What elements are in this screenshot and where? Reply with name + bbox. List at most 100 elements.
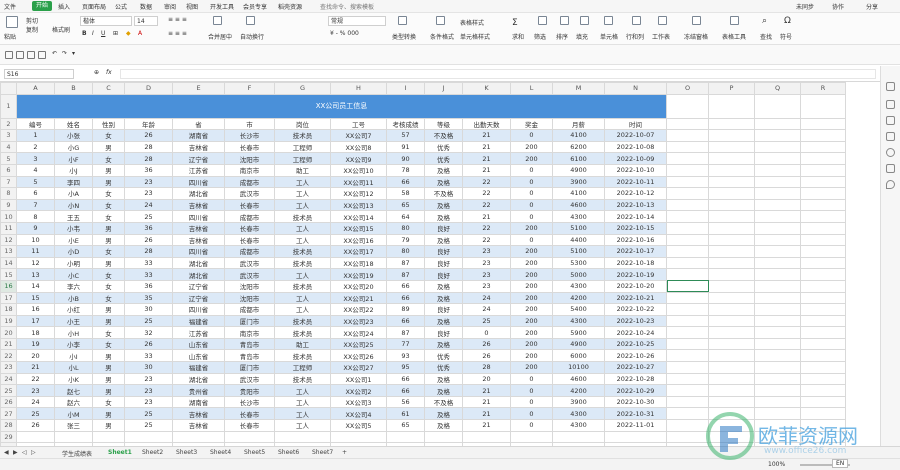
wrap-button[interactable]: 自动换行 (240, 32, 264, 41)
table-cell[interactable]: 33 (124, 349, 173, 363)
table-cell[interactable]: 21 (462, 129, 511, 142)
column-header[interactable]: B (54, 82, 93, 95)
table-cell[interactable]: 23 (462, 245, 511, 258)
table-cell[interactable]: 工程师 (274, 361, 331, 374)
table-cell[interactable]: 福建省 (172, 314, 225, 328)
table-cell[interactable]: 200 (510, 279, 553, 293)
table-cell[interactable]: 王五 (54, 210, 93, 223)
table-cell[interactable]: 200 (510, 152, 553, 165)
cell[interactable] (708, 303, 755, 316)
table-cell[interactable]: 工人 (274, 198, 331, 212)
table-cell[interactable]: 男 (92, 314, 125, 328)
table-cell[interactable]: 1 (16, 129, 55, 142)
table-cell[interactable]: 吉林省 (172, 233, 225, 247)
type-convert-button[interactable]: 类型转换 (392, 32, 416, 41)
table-cell[interactable]: 21 (462, 140, 511, 154)
tab-nav-icon[interactable]: ▷ (31, 449, 36, 456)
table-cell[interactable]: 工人 (274, 187, 331, 200)
table-cell[interactable]: 22 (462, 233, 511, 247)
table-cell[interactable]: 90 (386, 152, 425, 165)
cell[interactable] (754, 349, 801, 363)
cell[interactable] (800, 395, 846, 409)
table-cell[interactable]: 64 (386, 210, 425, 223)
table-cell[interactable]: 男 (92, 349, 125, 363)
table-cell[interactable]: 23 (462, 268, 511, 281)
border-icon[interactable]: ⊞ (113, 30, 118, 37)
table-cell[interactable]: 长春市 (224, 198, 275, 212)
cell[interactable] (124, 430, 173, 444)
cell[interactable] (708, 291, 755, 305)
fill-icon[interactable] (580, 16, 589, 25)
table-cell[interactable]: 5100 (552, 221, 605, 235)
table-cell[interactable]: 65 (386, 198, 425, 212)
table-cell[interactable]: 优秀 (424, 140, 463, 154)
table-cell[interactable]: 200 (510, 245, 553, 258)
search-icon[interactable]: ⌕ (762, 16, 767, 26)
table-cell[interactable]: 18 (16, 326, 55, 339)
cell[interactable] (754, 221, 801, 235)
row-header[interactable]: 28 (0, 419, 17, 432)
cell[interactable] (754, 372, 801, 386)
table-cell[interactable]: 技术员 (274, 372, 331, 386)
table-cell[interactable]: 2022-10-10 (604, 163, 667, 177)
cell[interactable] (666, 152, 709, 165)
column-header[interactable]: F (224, 82, 275, 95)
table-cell[interactable]: 厦门市 (224, 314, 275, 328)
table-cell[interactable]: XX公司1 (330, 372, 387, 386)
table-cell[interactable]: 贵阳市 (224, 384, 275, 397)
cell[interactable] (666, 221, 709, 235)
cell[interactable] (754, 395, 801, 409)
table-cell[interactable]: 4200 (552, 384, 605, 397)
row-header[interactable]: 20 (0, 326, 17, 339)
paste-button[interactable]: 粘贴 (4, 32, 16, 41)
conditional-format-button[interactable]: 条件格式 (430, 32, 454, 41)
table-cell[interactable]: 良好 (424, 326, 463, 339)
row-header[interactable]: 15 (0, 268, 17, 281)
table-cell[interactable]: 200 (510, 291, 553, 305)
table-cell[interactable]: XX公司10 (330, 163, 387, 177)
cell[interactable] (92, 430, 125, 444)
cell[interactable] (800, 268, 846, 281)
table-cell[interactable]: 女 (92, 210, 125, 223)
table-cell[interactable]: 2022-10-08 (604, 140, 667, 154)
table-cell[interactable]: 长沙市 (224, 129, 275, 142)
cell[interactable] (386, 430, 425, 444)
column-header[interactable]: P (708, 82, 755, 95)
table-cell[interactable]: 4 (16, 163, 55, 177)
table-cell[interactable]: 24 (462, 303, 511, 316)
table-cell[interactable]: 小李 (54, 337, 93, 351)
table-cell[interactable]: 0 (462, 326, 511, 339)
table-cell[interactable]: 87 (386, 326, 425, 339)
menu-3[interactable]: 页面布局 (82, 2, 106, 11)
tab-nav-icon[interactable]: ◀ (4, 449, 9, 456)
sheet-tab[interactable]: Sheet7 (312, 449, 333, 456)
cell[interactable] (754, 291, 801, 305)
cell[interactable] (800, 372, 846, 386)
cell[interactable] (708, 349, 755, 363)
table-cell[interactable]: 技术员 (274, 129, 331, 142)
row-header[interactable]: 19 (0, 314, 17, 328)
cell[interactable] (754, 129, 801, 142)
table-cell[interactable]: 26 (124, 129, 173, 142)
table-cell[interactable]: 2022-10-29 (604, 384, 667, 397)
tab-nav-icon[interactable]: ▶ (13, 449, 18, 456)
cell[interactable] (604, 430, 667, 444)
table-cell[interactable]: 工人 (274, 175, 331, 189)
font-size-select[interactable]: 14 (134, 16, 158, 26)
table-cell[interactable]: 2022-11-01 (604, 419, 667, 432)
table-cell[interactable]: 28 (124, 140, 173, 154)
table-cell[interactable]: 工人 (274, 395, 331, 409)
table-cell[interactable]: 66 (386, 372, 425, 386)
sheet-tab[interactable]: Sheet4 (210, 449, 231, 456)
table-cell[interactable]: 山东省 (172, 349, 225, 363)
table-cell[interactable]: 长春市 (224, 140, 275, 154)
table-cell[interactable]: XX公司23 (330, 314, 387, 328)
list-icon[interactable] (886, 116, 895, 125)
cell[interactable] (708, 384, 755, 397)
cell[interactable] (754, 256, 801, 270)
table-cell[interactable]: 17 (16, 314, 55, 328)
table-cell[interactable]: 200 (510, 221, 553, 235)
spreadsheet-grid[interactable]: A B C D E F G H I J K L M N O P Q R 1 XX公司员工信息 2 编号 姓名 性别 年龄省市岗位… (0, 82, 880, 446)
table-cell[interactable]: 李四 (54, 175, 93, 189)
row-header[interactable]: 5 (0, 152, 17, 165)
